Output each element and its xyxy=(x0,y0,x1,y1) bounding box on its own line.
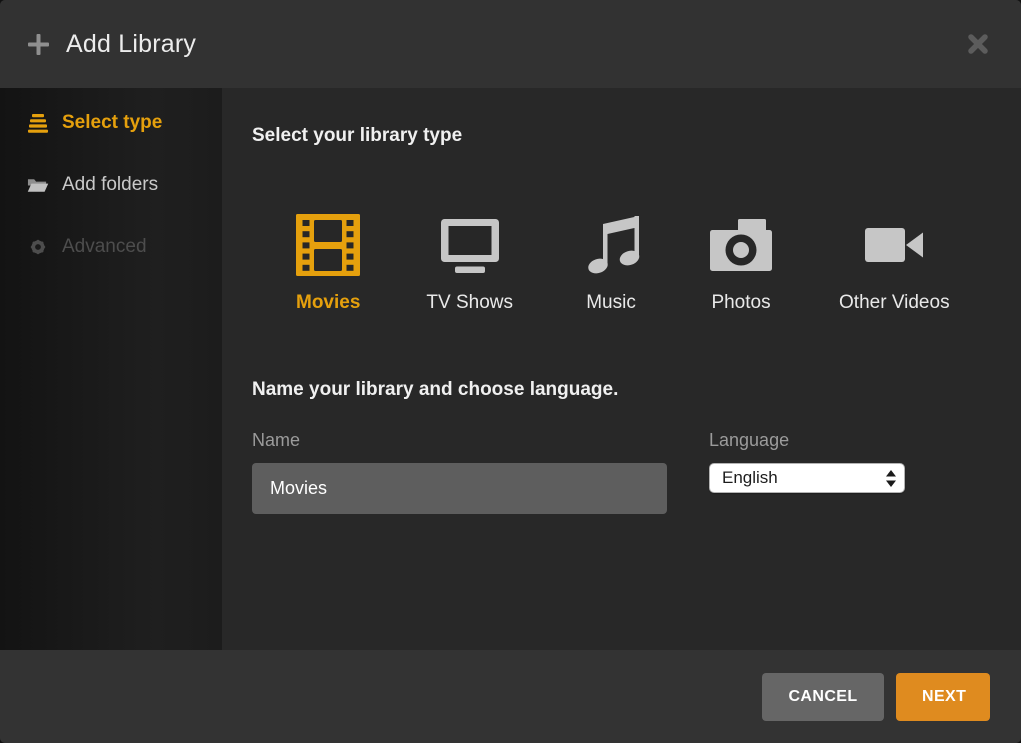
dialog-header: Add Library xyxy=(0,0,1021,88)
add-library-dialog: Add Library xyxy=(0,0,1021,743)
library-type-movies[interactable]: Movies xyxy=(296,213,360,314)
dialog-footer: CANCEL NEXT xyxy=(0,650,1021,743)
sidebar-item-advanced[interactable]: Advanced xyxy=(0,234,222,260)
video-camera-icon xyxy=(862,213,926,277)
language-select-value: English xyxy=(722,468,778,488)
library-type-label: Photos xyxy=(711,292,770,314)
sidebar-item-add-folders[interactable]: Add folders xyxy=(0,172,222,198)
library-name-input[interactable] xyxy=(252,463,667,514)
language-field-group: Language English xyxy=(709,430,909,514)
plus-icon xyxy=(28,34,49,55)
film-icon xyxy=(296,213,360,277)
language-label: Language xyxy=(709,430,909,451)
name-label: Name xyxy=(252,430,667,451)
dialog-content: Select your library type xyxy=(222,88,1021,650)
library-type-label: Other Videos xyxy=(839,292,950,314)
library-type-other-videos[interactable]: Other Videos xyxy=(839,213,950,314)
name-language-form: Name Language English xyxy=(252,430,991,514)
library-type-heading: Select your library type xyxy=(252,125,991,147)
name-field-group: Name xyxy=(252,430,667,514)
sidebar-item-label: Advanced xyxy=(62,236,147,258)
language-select[interactable]: English xyxy=(709,463,905,493)
library-type-picker: Movies TV Shows xyxy=(296,213,991,314)
library-type-label: Music xyxy=(586,292,636,314)
sidebar-item-label: Select type xyxy=(62,112,162,134)
select-arrows-icon xyxy=(885,469,897,488)
dialog-title: Add Library xyxy=(66,30,196,59)
cancel-button[interactable]: CANCEL xyxy=(762,673,884,721)
close-icon xyxy=(967,33,989,55)
library-type-music[interactable]: Music xyxy=(579,213,643,314)
list-icon xyxy=(27,114,49,133)
tv-icon xyxy=(438,213,502,277)
music-note-icon xyxy=(579,213,643,277)
folder-open-icon xyxy=(27,176,49,194)
gear-icon xyxy=(27,237,49,257)
library-type-label: TV Shows xyxy=(426,292,513,314)
library-type-photos[interactable]: Photos xyxy=(709,213,773,314)
camera-icon xyxy=(709,213,773,277)
library-type-tv-shows[interactable]: TV Shows xyxy=(426,213,513,314)
close-button[interactable] xyxy=(963,29,993,59)
sidebar-item-label: Add folders xyxy=(62,174,158,196)
library-type-label: Movies xyxy=(296,292,360,314)
next-button[interactable]: NEXT xyxy=(896,673,990,721)
name-language-heading: Name your library and choose language. xyxy=(252,379,991,401)
sidebar-item-select-type[interactable]: Select type xyxy=(0,110,222,136)
steps-sidebar: Select type Add folders xyxy=(0,88,222,650)
dialog-body: Select type Add folders xyxy=(0,88,1021,650)
